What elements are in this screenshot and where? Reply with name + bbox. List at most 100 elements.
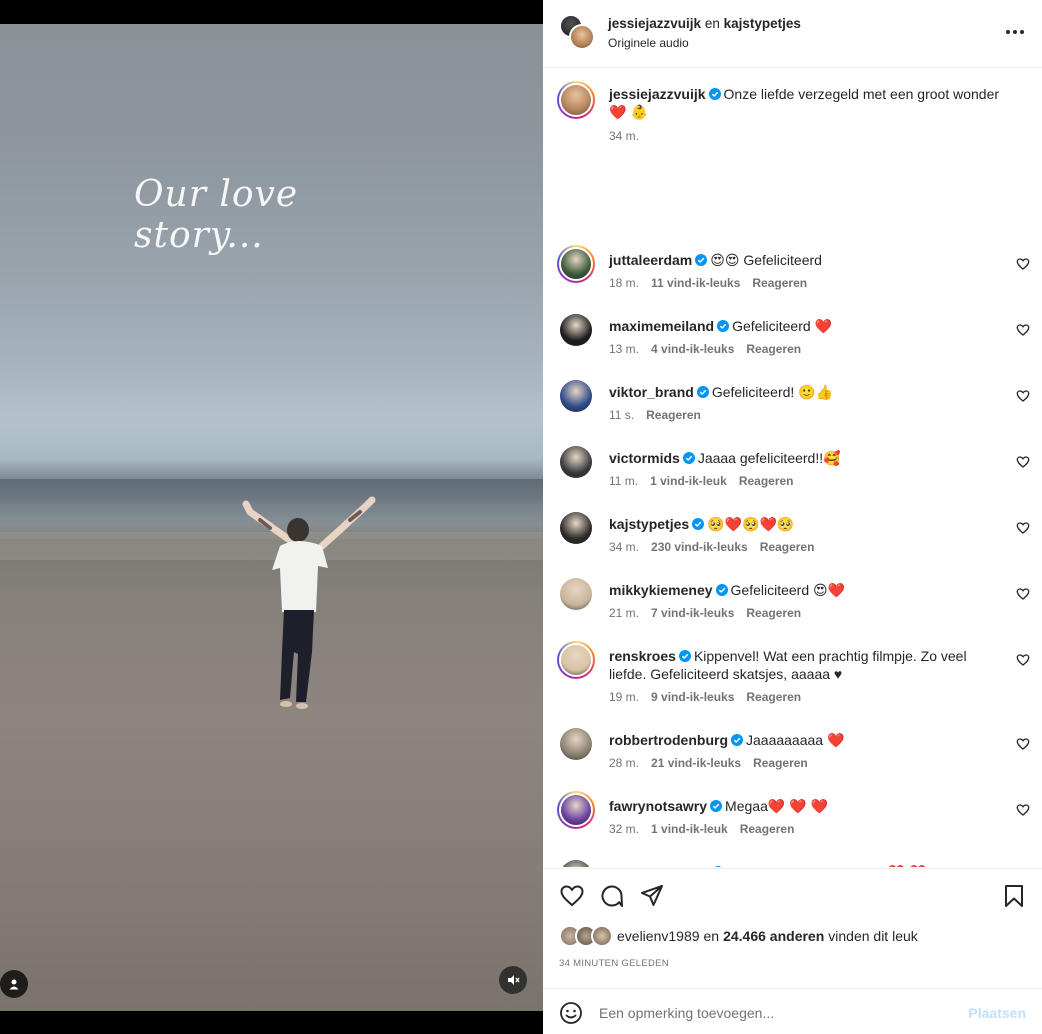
comment-username[interactable]: viktor_brand — [609, 384, 694, 400]
comment-username[interactable]: renskroes — [609, 648, 676, 664]
comment-likes[interactable]: 1 vind-ik-leuk — [651, 822, 728, 836]
post-caption: jessiejazzvuijk Onze liefde verzegeld met… — [543, 69, 1042, 160]
comment-text: juttaleerdam 😍😍 Gefeliciteerd — [609, 251, 1002, 269]
likes-conjunction: en — [703, 928, 720, 944]
comment-like-heart-icon[interactable] — [1016, 257, 1030, 271]
collab-avatars[interactable] — [559, 14, 595, 50]
avatar[interactable] — [557, 791, 595, 829]
avatar[interactable] — [557, 575, 595, 613]
comment-time[interactable]: 34 m. — [609, 540, 639, 554]
caption-meta: 34 m. — [609, 129, 1002, 143]
comment-body: Jaaaa gefeliciteerd!!🥰 — [697, 450, 841, 466]
reply-button[interactable]: Reageren — [740, 822, 795, 836]
video-player[interactable]: Our love story... — [0, 24, 543, 1011]
avatar[interactable] — [557, 509, 595, 547]
tagged-users-icon[interactable] — [0, 970, 28, 998]
comment-likes[interactable]: 11 vind-ik-leuks — [651, 276, 740, 290]
avatar[interactable] — [557, 311, 595, 349]
reply-button[interactable]: Reageren — [646, 408, 701, 422]
verified-badge-icon — [695, 254, 708, 266]
comment-time[interactable]: 28 m. — [609, 756, 639, 770]
comment-time[interactable]: 21 m. — [609, 606, 639, 620]
reply-button[interactable]: Reageren — [746, 342, 801, 356]
avatar[interactable] — [557, 443, 595, 481]
bookmark-icon[interactable] — [1002, 883, 1026, 909]
comment-username[interactable]: kajstypetjes — [609, 516, 689, 532]
like-heart-icon[interactable] — [559, 883, 585, 909]
likes-count[interactable]: 24.466 anderen — [723, 928, 824, 944]
verified-badge-icon — [692, 518, 705, 530]
comment-time[interactable]: 18 m. — [609, 276, 639, 290]
action-icons — [559, 883, 1026, 909]
comment-time[interactable]: 19 m. — [609, 690, 639, 704]
comment-username[interactable]: juttaleerdam — [609, 252, 692, 268]
collab-names: jessiejazzvuijk en kajstypetjes — [608, 16, 801, 31]
comment-time[interactable]: 11 s. — [609, 408, 634, 422]
comment-username[interactable]: victormids — [609, 450, 680, 466]
verified-badge-icon — [678, 650, 691, 662]
more-options-icon[interactable] — [1006, 26, 1026, 38]
reply-button[interactable]: Reageren — [746, 690, 801, 704]
post-timestamp[interactable]: 34 MINUTEN GELEDEN — [559, 958, 669, 969]
comment-like-heart-icon[interactable] — [1016, 389, 1030, 403]
verified-badge-icon — [708, 88, 721, 100]
comment-like-heart-icon[interactable] — [1016, 803, 1030, 817]
post-comment-button[interactable]: Plaatsen — [968, 1005, 1026, 1021]
comment-likes[interactable]: 1 vind-ik-leuk — [650, 474, 727, 488]
comment-item: fawrynotsawry Megaa❤️ ❤️ ❤️ 32 m. 1 vind-ik… — [543, 791, 1042, 863]
share-send-icon[interactable] — [639, 883, 665, 909]
comment-likes[interactable]: 9 vind-ik-leuks — [651, 690, 734, 704]
avatar[interactable] — [557, 81, 595, 119]
reply-button[interactable]: Reageren — [746, 606, 801, 620]
comment-likes[interactable]: 230 vind-ik-leuks — [651, 540, 748, 554]
person-figure — [242, 496, 376, 709]
comment-like-heart-icon[interactable] — [1016, 653, 1030, 667]
comment-username[interactable]: kajvandervoort — [609, 864, 709, 867]
avatar[interactable] — [557, 377, 595, 415]
comment-body: 😍😍 Gefeliciteerd — [710, 252, 822, 268]
likes-suffix: vinden dit leuk — [828, 928, 918, 944]
comment-item: kajvandervoort Geweldig!!! Gefeliciteerd!… — [543, 860, 1042, 867]
audio-link[interactable]: Originele audio — [608, 36, 689, 50]
comment-like-heart-icon[interactable] — [1016, 323, 1030, 337]
reply-button[interactable]: Reageren — [753, 756, 808, 770]
comment-time[interactable]: 11 m. — [609, 474, 638, 488]
mute-icon[interactable] — [499, 966, 527, 994]
comment-like-heart-icon[interactable] — [1016, 737, 1030, 751]
comment-like-heart-icon[interactable] — [1016, 455, 1030, 469]
reply-button[interactable]: Reageren — [739, 474, 794, 488]
comment-likes[interactable]: 7 vind-ik-leuks — [651, 606, 734, 620]
reply-button[interactable]: Reageren — [752, 276, 807, 290]
comment-username[interactable]: robbertrodenburg — [609, 732, 728, 748]
comment-body: Jaaaaaaaaa ❤️ — [746, 732, 845, 748]
details-panel: jessiejazzvuijk en kajstypetjes Originel… — [543, 0, 1042, 1034]
reply-button[interactable]: Reageren — [760, 540, 815, 554]
comment-likes[interactable]: 4 vind-ik-leuks — [651, 342, 734, 356]
verified-badge-icon — [710, 800, 723, 812]
likers-avatars[interactable] — [559, 925, 615, 947]
comment-like-heart-icon[interactable] — [1016, 587, 1030, 601]
comment-item: mikkykiemeney Gefeliciteerd 😍❤️ 21 m. 7 vin… — [543, 578, 1042, 647]
comment-likes[interactable]: 21 vind-ik-leuks — [651, 756, 741, 770]
comment-time[interactable]: 32 m. — [609, 822, 639, 836]
avatar[interactable] — [557, 725, 595, 763]
comment-bubble-icon[interactable] — [599, 883, 625, 909]
comment-username[interactable]: fawrynotsawry — [609, 798, 707, 814]
header-user-link[interactable]: jessiejazzvuijk — [608, 16, 701, 31]
comment-like-heart-icon[interactable] — [1016, 521, 1030, 535]
header-conjunction: en — [704, 16, 720, 31]
comment-time[interactable]: 13 m. — [609, 342, 639, 356]
caption-username[interactable]: jessiejazzvuijk — [609, 86, 706, 102]
comment-meta: 13 m. 4 vind-ik-leuks Reageren — [609, 342, 1002, 356]
comment-meta: 34 m. 230 vind-ik-leuks Reageren — [609, 540, 1002, 554]
avatar[interactable] — [557, 641, 595, 679]
emoji-picker-icon[interactable] — [559, 1001, 583, 1025]
comment-username[interactable]: maximemeiland — [609, 318, 714, 334]
caption-time[interactable]: 34 m. — [609, 129, 639, 143]
header-user-link[interactable]: kajstypetjes — [724, 16, 801, 31]
liker-username[interactable]: evelienv1989 — [617, 928, 700, 944]
comment-input[interactable]: Een opmerking toevoegen... — [599, 1005, 774, 1021]
comments-list[interactable]: jessiejazzvuijk Onze liefde verzegeld met… — [543, 69, 1042, 867]
avatar[interactable] — [557, 245, 595, 283]
comment-username[interactable]: mikkykiemeney — [609, 582, 713, 598]
